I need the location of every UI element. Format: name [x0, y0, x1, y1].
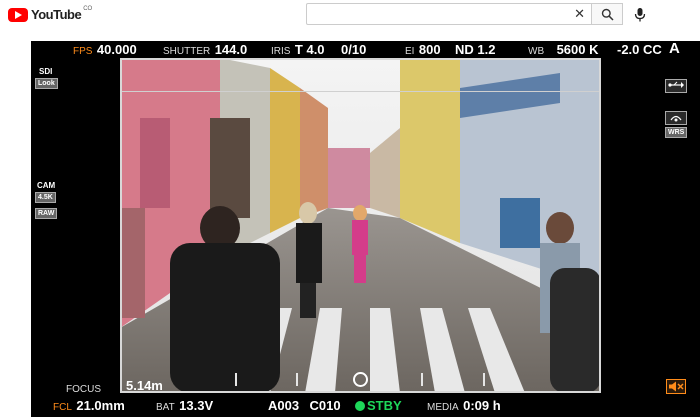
usb-icon [665, 79, 687, 93]
focus-position-marker [353, 372, 368, 387]
focus-scale-tick [483, 373, 485, 386]
focus-scale-tick [421, 373, 423, 386]
youtube-logo-text: YouTube [31, 7, 82, 22]
color-correction-readout: -2.0 CC [617, 42, 662, 57]
youtube-play-icon [8, 7, 28, 22]
sdi-look-badge: Look [35, 78, 58, 89]
fps-readout: FPS 40.000 [73, 42, 137, 57]
ei-readout: EI 800 [405, 42, 441, 57]
microphone-icon[interactable] [633, 7, 647, 23]
codec-badge: RAW [35, 208, 58, 219]
shutter-readout: SHUTTER 144.0 [163, 42, 248, 57]
focal-length-readout: FCL 21.0mm [53, 398, 125, 413]
iris-readout: IRIS T 4.0 [271, 42, 325, 57]
resolution-badge: 4.5K [35, 192, 56, 203]
status-dot-icon [355, 401, 365, 411]
speaker-muted-icon [669, 381, 684, 392]
camera-channel-label: A [669, 41, 680, 57]
wrs-badge: WRS [665, 127, 688, 138]
youtube-country-code: CO [83, 5, 93, 12]
frame-guide-line [122, 91, 599, 92]
white-balance-readout: WB 5600 K [528, 42, 599, 57]
focus-label: FOCUS [66, 384, 101, 395]
focus-scale-tick [296, 373, 298, 386]
video-player[interactable]: FPS 40.000 SHUTTER 144.0 IRIS T 4.0 0/10… [31, 41, 700, 417]
youtube-logo[interactable]: YouTube CO [8, 5, 93, 22]
search-icon [601, 8, 614, 21]
mute-button[interactable] [666, 379, 686, 394]
youtube-header: YouTube CO ✕ [0, 0, 700, 34]
search-input[interactable]: ✕ [306, 3, 592, 25]
focus-distance-readout: 5.14m [126, 378, 163, 393]
cam-label: CAM [37, 181, 56, 190]
wireless-remote-icon [665, 111, 687, 125]
nd-readout: ND 1.2 [455, 42, 496, 57]
reel-clip-readout: A003 C010 [268, 398, 341, 413]
iris-step-readout: 0/10 [341, 42, 367, 57]
battery-readout: BAT 13.3V [156, 398, 214, 413]
video-frame [120, 58, 601, 393]
focus-scale-tick [235, 373, 237, 386]
media-remaining-readout: MEDIA 0:09 h [427, 398, 501, 413]
clear-search-icon[interactable]: ✕ [574, 6, 585, 22]
sdi-label: SDI [39, 67, 53, 76]
search-button[interactable] [591, 3, 623, 25]
record-status: STBY [355, 398, 402, 414]
